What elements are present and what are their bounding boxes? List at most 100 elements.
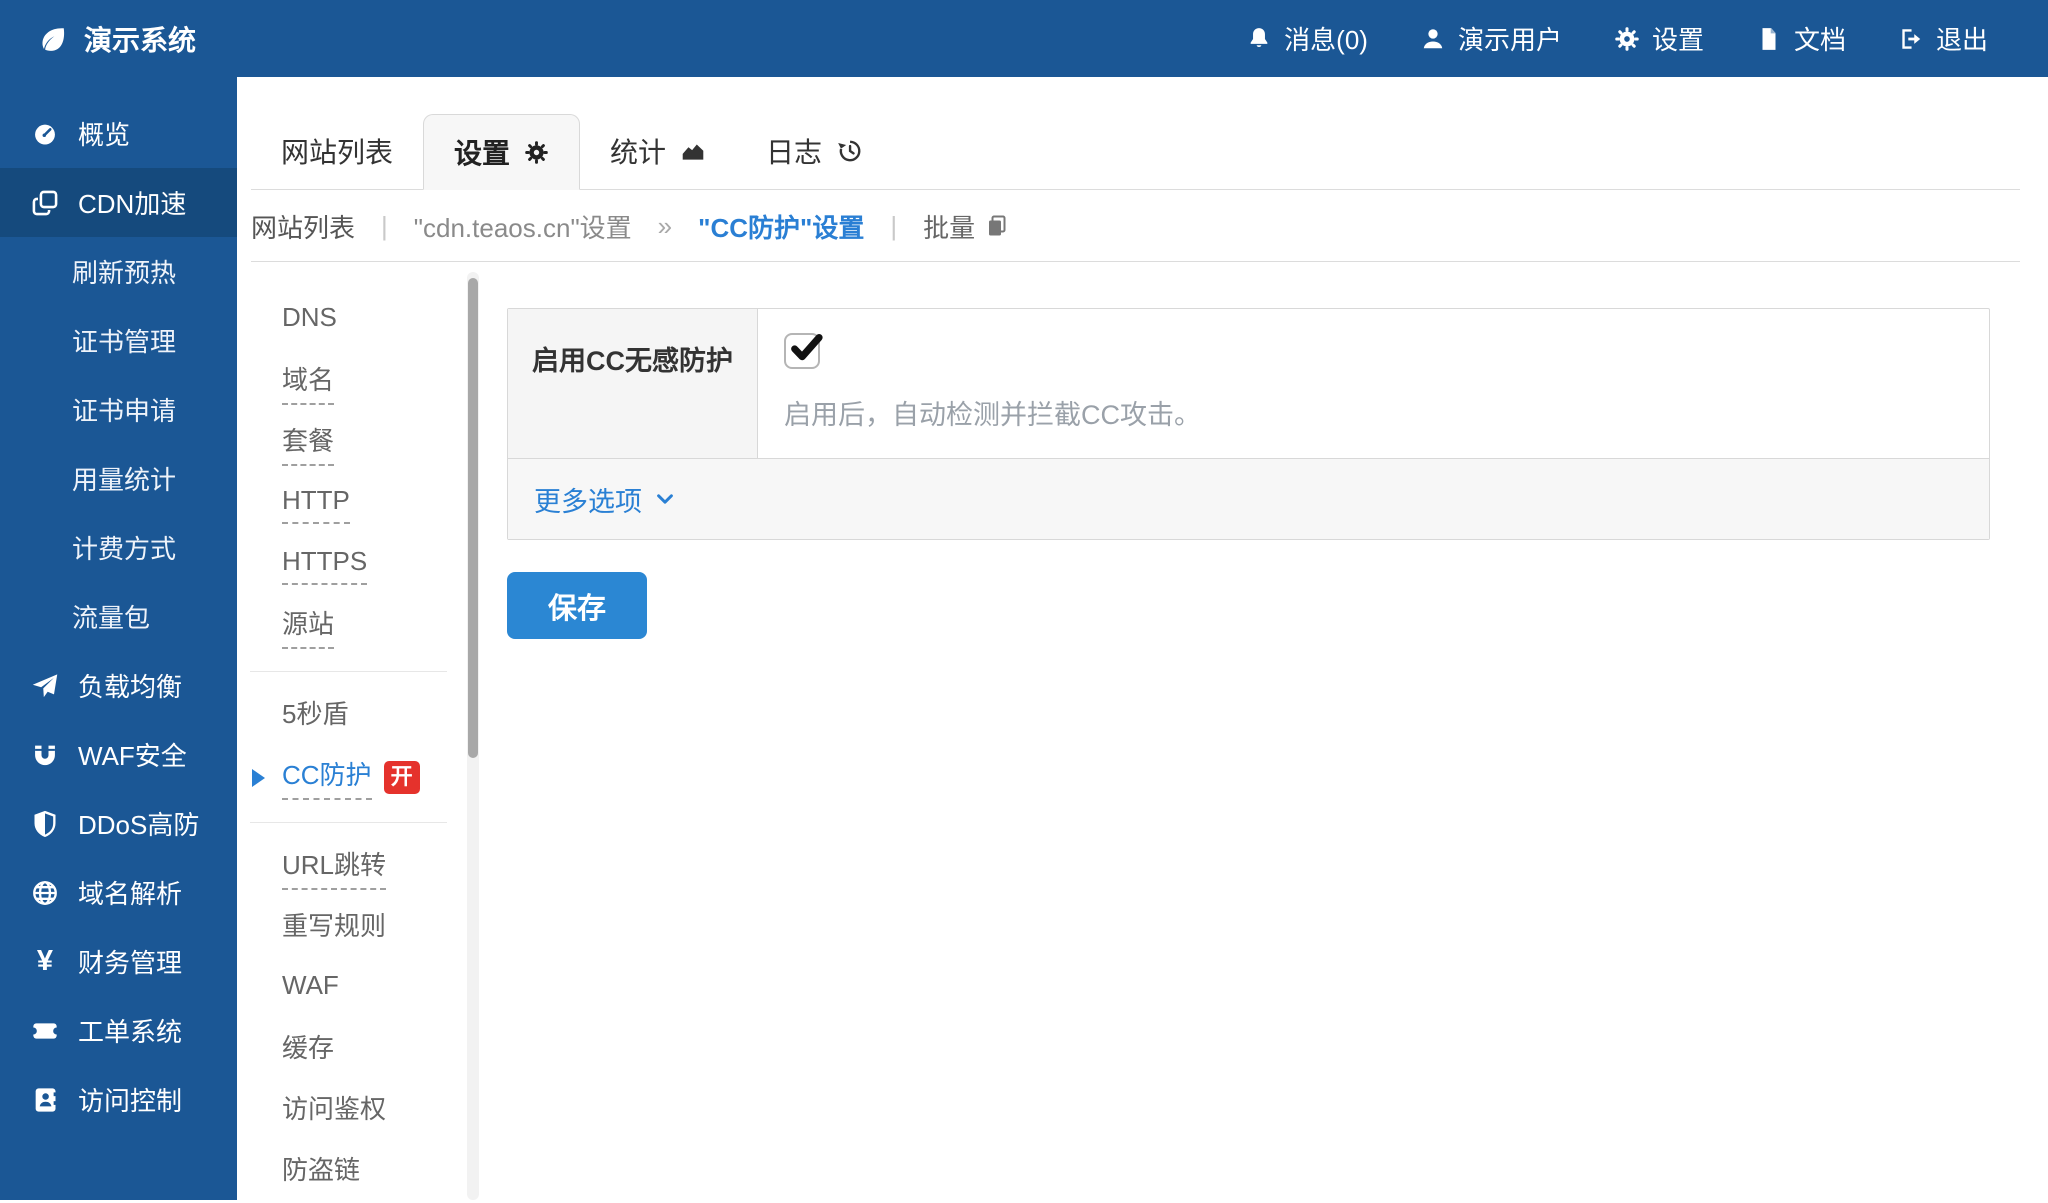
yen-icon: ¥ — [30, 947, 60, 976]
dashboard-icon — [30, 120, 60, 148]
cc-enable-label: 启用CC无感防护 — [508, 309, 758, 458]
file-icon — [1756, 26, 1782, 52]
submenu-item-waf[interactable]: WAF — [282, 959, 462, 1020]
more-options-row: 更多选项 — [508, 458, 1989, 539]
tab-settings[interactable]: 设置 — [423, 114, 580, 190]
tab-logs[interactable]: 日志 — [736, 113, 892, 189]
sidebar-item-label: DDoS高防 — [78, 805, 199, 842]
sidebar-item-waf-security[interactable]: WAF安全 — [0, 720, 237, 789]
submenu-item-dns[interactable]: DNS — [282, 291, 462, 352]
gear-icon — [524, 140, 549, 165]
breadcrumb-site-list[interactable]: 网站列表 — [251, 208, 355, 245]
sidebar-item-usage-stats[interactable]: 用量统计 — [0, 444, 237, 513]
sidebar: 概览 CDN加速 刷新预热 证书管理 证书申请 用量统计 计费方式 流量包 负载… — [0, 77, 237, 1200]
breadcrumb-separator: | — [890, 211, 897, 242]
gear-icon — [1614, 26, 1640, 52]
sidebar-item-cert-management[interactable]: 证书管理 — [0, 306, 237, 375]
submenu-item-http[interactable]: HTTP — [282, 474, 462, 535]
tab-stats[interactable]: 统计 — [580, 113, 736, 189]
address-book-icon — [30, 1086, 60, 1114]
submenu-item-url-redirect[interactable]: URL跳转 — [282, 837, 462, 898]
topnav-user[interactable]: 演示用户 — [1420, 20, 1562, 57]
cc-enable-checkbox[interactable] — [784, 333, 820, 369]
clone-icon — [30, 189, 60, 217]
sidebar-item-label: WAF安全 — [78, 736, 187, 773]
sidebar-item-label: 工单系统 — [78, 1012, 182, 1049]
cc-enable-content: 启用后，自动检测并拦截CC攻击。 — [758, 309, 1989, 458]
shield-icon — [30, 810, 60, 838]
main-content: 网站列表 设置 — [237, 77, 2048, 1200]
brand[interactable]: 演示系统 — [0, 19, 196, 59]
batch-label: 批量 — [923, 208, 975, 245]
brand-title: 演示系统 — [84, 19, 196, 59]
sidebar-item-label: 负载均衡 — [78, 667, 182, 704]
sidebar-item-label: 访问控制 — [78, 1081, 182, 1118]
sidebar-item-ticket-system[interactable]: 工单系统 — [0, 996, 237, 1065]
submenu-item-cc-protect[interactable]: CC防护 开 — [282, 747, 462, 808]
tab-site-list[interactable]: 网站列表 — [251, 113, 423, 189]
sidebar-item-overview[interactable]: 概览 — [0, 99, 237, 168]
cc-enable-row: 启用CC无感防护 启用后，自动检测并拦截CC攻击。 — [508, 309, 1989, 458]
breadcrumb-separator: | — [381, 211, 388, 242]
area-chart-icon — [680, 138, 706, 164]
breadcrumb: 网站列表 | "cdn.teaos.cn"设置 » "CC防护"设置 | 批量 — [251, 191, 2020, 262]
submenu-item-domain[interactable]: 域名 — [282, 352, 462, 413]
tab-label: 统计 — [610, 131, 666, 171]
paper-plane-icon — [30, 672, 60, 700]
submenu-item-https[interactable]: HTTPS — [282, 535, 462, 596]
submenu-item-origin[interactable]: 源站 — [282, 596, 462, 657]
topnav-docs[interactable]: 文档 — [1756, 20, 1846, 57]
sidebar-item-refresh-preheat[interactable]: 刷新预热 — [0, 237, 237, 306]
breadcrumb-current[interactable]: "CC防护"设置 — [698, 208, 864, 245]
sidebar-item-load-balancer[interactable]: 负载均衡 — [0, 651, 237, 720]
cc-protect-form: 启用CC无感防护 启用后，自动检测并拦截CC攻击。 更多选项 — [507, 308, 1990, 639]
topnav-settings[interactable]: 设置 — [1614, 20, 1704, 57]
sign-out-icon — [1898, 26, 1924, 52]
tab-label: 设置 — [454, 132, 510, 172]
triangle-right-icon — [252, 769, 265, 787]
breadcrumb-arrow: » — [658, 211, 672, 242]
sidebar-item-label: 证书管理 — [72, 322, 176, 359]
copy-icon — [985, 214, 1009, 238]
topbar: 演示系统 消息(0) 演示用户 — [0, 0, 2048, 77]
submenu-item-cache[interactable]: 缓存 — [282, 1020, 462, 1081]
magnet-icon — [30, 741, 60, 769]
globe-icon — [30, 879, 60, 907]
topnav-label: 退出 — [1936, 20, 1988, 57]
topnav-messages[interactable]: 消息(0) — [1246, 20, 1368, 57]
status-badge-on: 开 — [384, 761, 420, 794]
bell-icon — [1246, 26, 1272, 52]
more-options-link[interactable]: 更多选项 — [534, 480, 676, 519]
sidebar-item-label: 证书申请 — [72, 391, 176, 428]
tab-label: 日志 — [766, 131, 822, 171]
topnav-logout[interactable]: 退出 — [1898, 20, 1988, 57]
sidebar-item-finance[interactable]: ¥ 财务管理 — [0, 927, 237, 996]
sidebar-item-access-control[interactable]: 访问控制 — [0, 1065, 237, 1134]
submenu-item-auth[interactable]: 访问鉴权 — [282, 1081, 462, 1142]
submenu-item-hotlink[interactable]: 防盗链 — [282, 1142, 462, 1203]
leaf-icon — [38, 24, 68, 54]
sidebar-item-traffic-package[interactable]: 流量包 — [0, 582, 237, 651]
sidebar-item-cdn[interactable]: CDN加速 — [0, 168, 237, 237]
settings-content: DNS 域名 套餐 HTTP HTTPS 源站 5秒盾 — [237, 263, 2048, 1200]
sidebar-item-billing[interactable]: 计费方式 — [0, 513, 237, 582]
submenu-scrollbar-track[interactable] — [467, 272, 479, 1200]
sidebar-item-dns-resolution[interactable]: 域名解析 — [0, 858, 237, 927]
submenu-divider — [250, 822, 447, 823]
sidebar-item-ddos[interactable]: DDoS高防 — [0, 789, 237, 858]
sidebar-item-label: 刷新预热 — [72, 253, 176, 290]
breadcrumb-site-setting[interactable]: "cdn.teaos.cn"设置 — [414, 208, 632, 245]
submenu-item-5s-shield[interactable]: 5秒盾 — [282, 686, 462, 747]
topnav-label: 文档 — [1794, 20, 1846, 57]
sidebar-item-cert-apply[interactable]: 证书申请 — [0, 375, 237, 444]
breadcrumb-batch[interactable]: 批量 — [923, 208, 1009, 245]
submenu-item-rewrite-rules[interactable]: 重写规则 — [282, 898, 462, 959]
submenu-item-plan[interactable]: 套餐 — [282, 413, 462, 474]
user-icon — [1420, 26, 1446, 52]
sidebar-item-label: CDN加速 — [78, 184, 186, 221]
submenu-scrollbar-thumb[interactable] — [468, 278, 478, 758]
submenu-divider — [250, 671, 447, 672]
save-button[interactable]: 保存 — [507, 572, 647, 639]
sidebar-item-label: 流量包 — [72, 598, 150, 635]
topnav-label: 消息(0) — [1284, 20, 1368, 57]
